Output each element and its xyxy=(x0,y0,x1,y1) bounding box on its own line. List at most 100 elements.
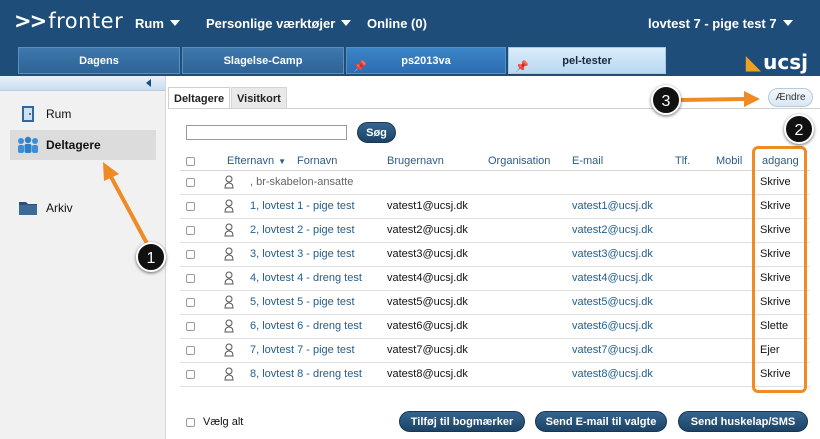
column-header-efternavn-label: Efternavn xyxy=(227,155,275,167)
logo-text: fronter xyxy=(48,9,124,33)
row-checkbox[interactable] xyxy=(186,274,195,283)
username: vatest1@ucsj.dk xyxy=(387,200,468,212)
row-checkbox[interactable] xyxy=(186,226,195,235)
sidebar-item-deltagere[interactable]: Deltagere xyxy=(10,130,156,160)
person-icon xyxy=(224,367,234,381)
participant-name-link[interactable]: 6, lovtest 6 - dreng test xyxy=(250,320,362,332)
tab-deltagere-label: Deltagere xyxy=(174,93,225,105)
callout-badge-2: 2 xyxy=(784,114,814,144)
table-row: 5, lovtest 5 - pige test vatest5@ucsj.dk… xyxy=(180,291,810,315)
person-icon xyxy=(224,223,234,237)
ucsj-logo: ◣ ucsj xyxy=(746,50,808,74)
username: vatest3@ucsj.dk xyxy=(387,248,468,260)
sidebar-item-rum[interactable]: Rum xyxy=(10,99,156,129)
menu-rum[interactable]: Rum xyxy=(135,16,180,31)
row-checkbox[interactable] xyxy=(186,178,195,187)
tab-pel-tester-label: pel-tester xyxy=(562,55,612,67)
email-link[interactable]: vatest7@ucsj.dk xyxy=(572,344,653,356)
row-checkbox[interactable] xyxy=(186,346,195,355)
email-link[interactable]: vatest6@ucsj.dk xyxy=(572,320,653,332)
add-bookmark-button[interactable]: Tilføj til bogmærker xyxy=(399,411,525,432)
pin-icon[interactable]: 📌 xyxy=(353,54,367,81)
search-button[interactable]: Søg xyxy=(357,122,396,143)
row-checkbox[interactable] xyxy=(186,370,195,379)
person-icon xyxy=(224,343,234,357)
table-row: 6, lovtest 6 - dreng test vatest6@ucsj.d… xyxy=(180,315,810,339)
menu-online[interactable]: Online (0) xyxy=(367,16,427,31)
arrowhead-3-icon xyxy=(744,91,760,107)
sidebar-header xyxy=(0,76,165,91)
table-row: 2, lovtest 2 - pige test vatest2@ucsj.dk… xyxy=(180,219,810,243)
username: vatest7@ucsj.dk xyxy=(387,344,468,356)
select-all-checkbox[interactable] xyxy=(186,418,195,427)
table-row: 3, lovtest 3 - pige test vatest3@ucsj.dk… xyxy=(180,243,810,267)
email-link[interactable]: vatest8@ucsj.dk xyxy=(572,368,653,380)
ucsj-text: ucsj xyxy=(763,50,808,74)
username: vatest4@ucsj.dk xyxy=(387,272,468,284)
tab-ps2013va[interactable]: 📌 ps2013va xyxy=(346,47,506,74)
email-link[interactable]: vatest3@ucsj.dk xyxy=(572,248,653,260)
column-header-organisation[interactable]: Organisation xyxy=(488,155,550,167)
door-icon xyxy=(22,106,34,122)
tab-divider xyxy=(168,108,820,109)
tab-visitkort[interactable]: Visitkort xyxy=(231,87,287,109)
column-header-brugernavn[interactable]: Brugernavn xyxy=(387,155,444,167)
select-all-header-checkbox[interactable] xyxy=(186,157,195,166)
search-input[interactable] xyxy=(186,125,347,140)
person-icon xyxy=(224,271,234,285)
tab-slagelse-camp[interactable]: Slagelse-Camp xyxy=(182,47,344,74)
column-header-fornavn[interactable]: Fornavn xyxy=(297,155,337,167)
tab-pel-tester[interactable]: 📌 pel-tester xyxy=(508,47,666,74)
table-row: 7, lovtest 7 - pige test vatest7@ucsj.dk… xyxy=(180,339,810,363)
row-checkbox[interactable] xyxy=(186,250,195,259)
send-sms-button[interactable]: Send huskelap/SMS xyxy=(678,411,808,432)
sort-down-icon: ▼ xyxy=(278,157,287,166)
table-row: 1, lovtest 1 - pige test vatest1@ucsj.dk… xyxy=(180,195,810,219)
highlight-box xyxy=(752,146,807,393)
user-menu[interactable]: lovtest 7 - pige test 7 xyxy=(648,16,793,31)
table-row: 4, lovtest 4 - dreng test vatest4@ucsj.d… xyxy=(180,267,810,291)
tab-dagens-label: Dagens xyxy=(79,55,119,67)
email-link[interactable]: vatest5@ucsj.dk xyxy=(572,296,653,308)
participant-name-link[interactable]: 5, lovtest 5 - pige test xyxy=(250,296,355,308)
email-link[interactable]: vatest2@ucsj.dk xyxy=(572,224,653,236)
aendre-button[interactable]: Ændre xyxy=(768,88,813,107)
participant-name-link[interactable]: 2, lovtest 2 - pige test xyxy=(250,224,355,236)
tab-visitkort-label: Visitkort xyxy=(237,93,281,105)
fronter-logo[interactable]: >> fronter xyxy=(14,9,123,33)
person-icon xyxy=(224,199,234,213)
participant-name-link[interactable]: 7, lovtest 7 - pige test xyxy=(250,344,355,356)
email-link[interactable]: vatest1@ucsj.dk xyxy=(572,200,653,212)
chevron-down-icon xyxy=(341,20,352,26)
sidebar-item-arkiv[interactable]: Arkiv xyxy=(10,193,156,223)
username: vatest2@ucsj.dk xyxy=(387,224,468,236)
row-checkbox[interactable] xyxy=(186,202,195,211)
column-header-mobil[interactable]: Mobil xyxy=(716,155,742,167)
participant-name-link[interactable]: 4, lovtest 4 - dreng test xyxy=(250,272,362,284)
pin-icon[interactable]: 📌 xyxy=(515,54,529,81)
person-icon xyxy=(224,175,234,189)
menu-personlige-label: Personlige værktøjer xyxy=(206,16,336,31)
tab-deltagere[interactable]: Deltagere xyxy=(168,87,230,109)
column-header-tlf[interactable]: Tlf. xyxy=(675,155,690,167)
participant-name: , br-skabelon-ansatte xyxy=(250,176,354,188)
callout-badge-1: 1 xyxy=(136,242,166,272)
participant-name-link[interactable]: 1, lovtest 1 - pige test xyxy=(250,200,355,212)
row-checkbox[interactable] xyxy=(186,298,195,307)
flame-icon: ◣ xyxy=(745,50,762,74)
collapse-arrow-icon[interactable] xyxy=(146,79,151,87)
select-all-label[interactable]: Vælg alt xyxy=(203,416,243,428)
column-header-efternavn[interactable]: Efternavn ▼ xyxy=(227,155,286,167)
user-name: lovtest 7 - pige test 7 xyxy=(648,16,777,31)
email-link[interactable]: vatest4@ucsj.dk xyxy=(572,272,653,284)
menu-personlige-vaerktoejer[interactable]: Personlige værktøjer xyxy=(206,16,352,31)
row-checkbox[interactable] xyxy=(186,322,195,331)
column-header-email[interactable]: E-mail xyxy=(572,155,603,167)
menu-rum-label: Rum xyxy=(135,16,164,31)
table-row: 8, lovtest 8 - dreng test vatest8@ucsj.d… xyxy=(180,363,810,387)
send-email-button[interactable]: Send E-mail til valgte xyxy=(535,411,667,432)
participant-name-link[interactable]: 3, lovtest 3 - pige test xyxy=(250,248,355,260)
tab-dagens[interactable]: Dagens xyxy=(18,47,180,74)
participant-name-link[interactable]: 8, lovtest 8 - dreng test xyxy=(250,368,362,380)
username: vatest6@ucsj.dk xyxy=(387,320,468,332)
